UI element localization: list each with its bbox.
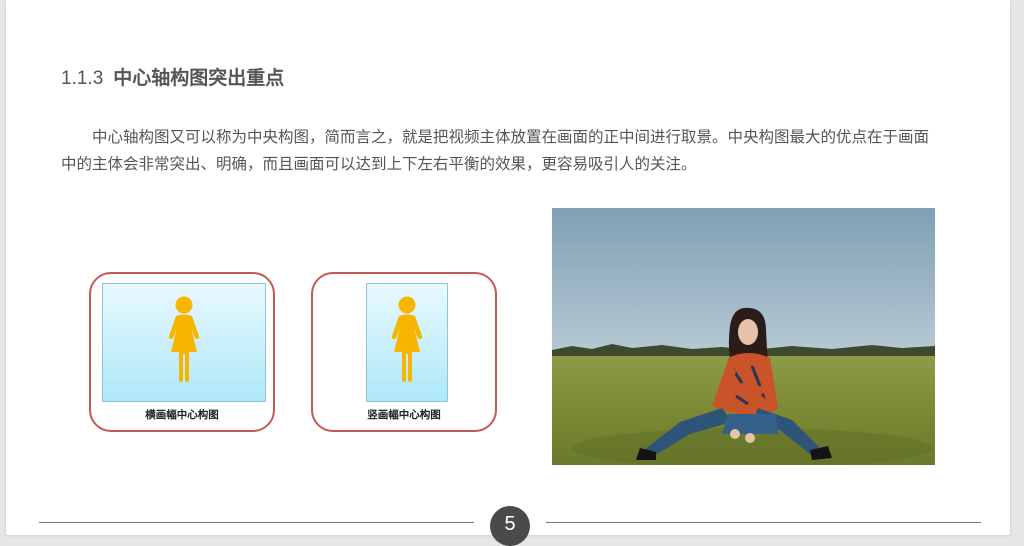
vertical-frame [366,283,448,402]
footer-rule-left [39,522,474,523]
page-number-badge: 5 [490,506,530,546]
diagram-caption: 横画幅中心构图 [145,409,219,421]
horizontal-frame [102,283,266,402]
document-page: 1.1.3 中心轴构图突出重点 中心轴构图又可以称为中央构图，简而言之，就是把视频… [6,0,1010,546]
horizontal-center-composition-diagram: 横画幅中心构图 [89,272,275,432]
diagram-caption: 竖画幅中心构图 [367,409,441,421]
vertical-center-composition-diagram: 竖画幅中心构图 [311,272,497,432]
section-number: 1.1.3 [61,68,104,89]
footer-rule-right [546,522,981,523]
female-figure-icon [168,296,200,382]
section-heading: 1.1.3 中心轴构图突出重点 [61,63,284,90]
example-photo [552,208,935,465]
woman-sitting-on-grass-image [552,208,935,465]
body-paragraph: 中心轴构图又可以称为中央构图，简而言之，就是把视频主体放置在画面的正中间进行取景… [61,128,930,173]
female-figure-icon [391,296,423,382]
section-title: 中心轴构图突出重点 [113,67,285,89]
